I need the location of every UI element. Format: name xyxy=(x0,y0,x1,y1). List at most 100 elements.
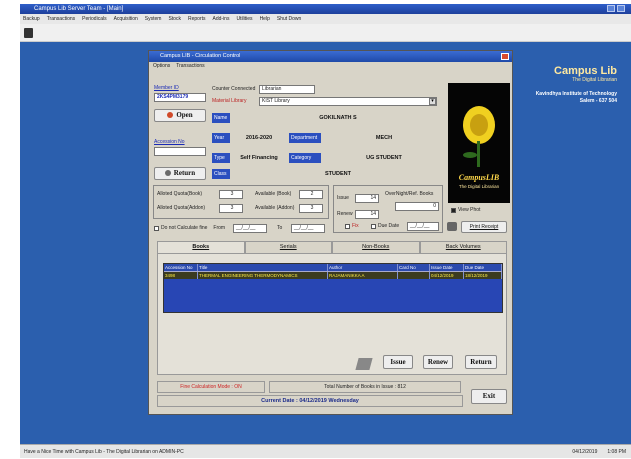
menu-item-transactions[interactable]: Transactions xyxy=(47,14,75,24)
material-select[interactable]: KIST Library xyxy=(259,97,437,106)
category-value: UG STUDENT xyxy=(366,155,402,161)
window-title: Campus Lib Server Team - [Main] xyxy=(34,6,124,12)
fix-checkbox[interactable] xyxy=(345,223,350,229)
photo-subcaption: The Digital Librarian xyxy=(458,184,500,189)
menu-item-acquisition[interactable]: Acquisition xyxy=(114,14,138,24)
due-date-input[interactable]: __/__/__ xyxy=(407,222,439,231)
available-book-label: Available (Book) xyxy=(255,191,292,197)
allotted-book-value: 3 xyxy=(219,190,243,199)
department-value: MECH xyxy=(375,135,393,141)
name-tag: Name xyxy=(212,113,230,123)
tab-back-volumes[interactable]: Back Volumes xyxy=(419,241,507,253)
member-name: GOKILNATH S xyxy=(319,115,357,121)
overnight-input[interactable]: 0 xyxy=(395,202,439,211)
dialog-title: Campus LIB - Circulation Control xyxy=(160,53,241,59)
grid-column-header[interactable]: Title xyxy=(198,264,328,271)
due-date-label: Due Date xyxy=(378,223,400,229)
to-date-input[interactable]: __/__/__ xyxy=(291,224,325,233)
grid-header: Accession No Title Author Card No Issue Date… xyxy=(164,264,502,272)
main-toolbar xyxy=(20,24,631,42)
dialog-menu: Options Transactions xyxy=(149,62,512,71)
counter-value: Librarian xyxy=(259,85,315,94)
minimize-button[interactable] xyxy=(607,5,615,12)
table-row[interactable]: 3498 THERMAL ENGINEERING THERMODYNAMICS RA… xyxy=(164,272,502,279)
menu-item-reports[interactable]: Reports xyxy=(188,14,206,24)
allotted-book-label: Alloted Quota(Book) xyxy=(157,191,203,197)
open-icon xyxy=(167,112,174,119)
menu-options[interactable]: Options xyxy=(153,62,170,71)
close-window-button[interactable] xyxy=(617,5,625,12)
return-icon xyxy=(164,170,171,177)
accession-input[interactable] xyxy=(154,147,206,156)
current-date-status: Current Date : 04/12/2019 Wednesday xyxy=(157,395,463,407)
due-date-row: Due Date xyxy=(371,223,399,229)
no-calc-fine-row: Do not Calculate fine From xyxy=(154,225,225,231)
overnight-label: OverNight/Ref. Books xyxy=(385,191,434,197)
renew-button[interactable]: Renew xyxy=(423,355,453,369)
available-addon-label: Available (Addon) xyxy=(255,205,295,211)
menu-item-utilities[interactable]: Utilities xyxy=(236,14,252,24)
menu-item-system[interactable]: System xyxy=(145,14,162,24)
fix-row: Fix xyxy=(345,223,359,229)
main-window-titlebar: Campus Lib Server Team - [Main] xyxy=(20,4,631,14)
dialog-titlebar: Campus LIB - Circulation Control xyxy=(149,51,512,62)
tab-serials[interactable]: Serials xyxy=(244,241,332,253)
member-photo: CampusLIB The Digital Librarian xyxy=(448,83,510,203)
counter-label: Counter Connected xyxy=(212,86,256,92)
menu-item-add-ins[interactable]: Add-ins xyxy=(212,14,229,24)
institute-name: Kavindhya Institute of Technology xyxy=(535,91,617,97)
view-photo-row: View Phot xyxy=(451,207,480,213)
open-button[interactable]: Open xyxy=(154,109,206,122)
main-menubar: Backup Transactions Periodicals Acquisition… xyxy=(20,14,631,24)
campus-lib-logo: Campus Lib The Digital Librarian Kavindh… xyxy=(529,65,617,104)
view-photo-checkbox[interactable] xyxy=(451,207,456,213)
no-calc-fine-checkbox[interactable] xyxy=(154,225,159,231)
issue-days-label: Issue xyxy=(337,195,349,201)
fine-mode-status: Fine Calculation Mode : ON xyxy=(157,381,265,393)
menu-item-stock[interactable]: Stock xyxy=(168,14,181,24)
year-value: 2016-2020 xyxy=(245,135,273,141)
menu-item-shut-down[interactable]: Shut Down xyxy=(277,14,301,24)
tab-books[interactable]: Books xyxy=(157,241,245,253)
type-tag: Type xyxy=(212,153,230,163)
grid-column-header[interactable]: Author xyxy=(328,264,398,271)
from-date-input[interactable]: __/__/__ xyxy=(233,224,267,233)
member-id-input[interactable]: 2KS4PM3179 xyxy=(154,93,206,102)
institute-location: Salem - 637 504 xyxy=(579,98,617,104)
grid-column-header[interactable]: Due Date xyxy=(464,264,502,271)
printer-icon xyxy=(447,222,457,231)
grid-column-header[interactable]: Card No xyxy=(398,264,430,271)
material-label: Material Library xyxy=(212,98,247,104)
grid-column-header[interactable]: Accession No xyxy=(164,264,198,271)
class-value: STUDENT xyxy=(325,171,351,177)
return-button[interactable]: Return xyxy=(465,355,497,369)
issued-books-grid[interactable]: Accession No Title Author Card No Issue Date… xyxy=(163,263,503,313)
logo-subtitle: The Digital Librarian xyxy=(572,77,617,83)
table-cell: 04/12/2019 xyxy=(430,272,464,279)
app-icon[interactable] xyxy=(24,28,33,38)
renew-days-input[interactable]: 14 xyxy=(355,210,379,219)
category-tag: Category xyxy=(289,153,321,163)
grid-body: 3498 THERMAL ENGINEERING THERMODYNAMICS RA… xyxy=(164,272,502,279)
table-cell: 18/12/2019 xyxy=(464,272,502,279)
chevron-down-icon[interactable]: ▾ xyxy=(429,98,436,105)
print-receipt-button[interactable]: Print Receipt xyxy=(461,221,507,233)
status-time: 1:08 PM xyxy=(607,449,626,455)
status-message: Have a Nice Time with Campus Lib - The D… xyxy=(24,449,184,455)
dialog-close-button[interactable] xyxy=(501,53,509,60)
menu-transactions[interactable]: Transactions xyxy=(176,62,204,71)
from-label: From xyxy=(213,225,226,231)
return-top-button[interactable]: Return xyxy=(154,167,206,180)
return-top-label: Return xyxy=(173,169,196,177)
menu-item-help[interactable]: Help xyxy=(260,14,270,24)
renew-days-label: Renew xyxy=(337,211,353,217)
grid-column-header[interactable]: Issue Date xyxy=(430,264,464,271)
menu-item-periodicals[interactable]: Periodicals xyxy=(82,14,106,24)
table-cell: 3498 xyxy=(164,272,198,279)
due-date-checkbox[interactable] xyxy=(371,223,376,229)
issue-button[interactable]: Issue xyxy=(383,355,413,369)
menu-item-backup[interactable]: Backup xyxy=(23,14,40,24)
exit-button[interactable]: Exit xyxy=(471,389,507,404)
tab-non-books[interactable]: Non-Books xyxy=(332,241,420,253)
issue-days-input[interactable]: 14 xyxy=(355,194,379,203)
